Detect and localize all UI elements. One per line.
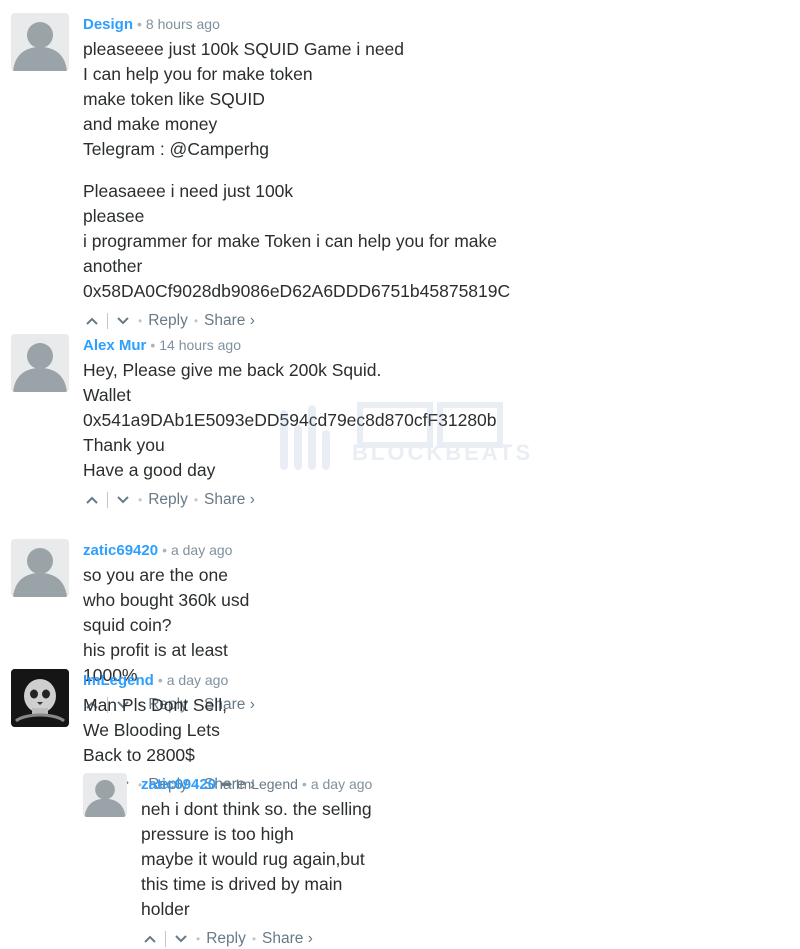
comment-line: i programmer for make Token i can help y… [83, 231, 498, 276]
separator-dot: • [162, 542, 167, 558]
comment-line: Pleasaeee i need just 100k [83, 181, 294, 201]
reply-link[interactable]: Reply [148, 490, 188, 510]
comment-line: 0x58DA0Cf9028db9086eD62A6DDD6751b4587581… [83, 281, 511, 301]
separator-dot: • [193, 314, 199, 328]
comment-line: Man Pls Dont Sell, We Blooding Lets Back… [83, 695, 227, 765]
downvote-icon[interactable] [172, 935, 190, 943]
comment-header: ImLegend • a day ago [83, 669, 255, 691]
separator-dot: • [138, 314, 143, 328]
author-name[interactable]: Alex Mur [83, 337, 146, 354]
separator-dot: • [150, 337, 156, 353]
comment-body: zatic69420 ➦ ImLegend • a day ago neh i dont… [141, 773, 372, 949]
author-name[interactable]: ImLegend [83, 672, 154, 689]
comment-line: neh i dont think so. the selling pressur… [141, 799, 372, 844]
comment-actions: • Reply • Share › [141, 929, 372, 949]
author-name[interactable]: Design [83, 16, 133, 33]
separator-dot: • [193, 493, 199, 507]
comment-line: make token like SQUID [83, 89, 265, 109]
default-avatar-icon [11, 334, 69, 392]
timestamp[interactable]: a day ago [167, 672, 229, 688]
upvote-icon[interactable] [141, 935, 159, 943]
comment-paragraph: Pleasaeee i need just 100k pleasee i pro… [83, 179, 510, 304]
timestamp[interactable]: a day ago [171, 542, 233, 558]
avatar[interactable] [11, 13, 69, 71]
reply-link[interactable]: Reply [206, 929, 246, 949]
avatar[interactable] [11, 669, 69, 727]
comment-line: Wallet [83, 385, 131, 405]
comment-paragraph: neh i dont think so. the selling pressur… [141, 797, 372, 922]
comment-header: zatic69420 • a day ago [83, 539, 255, 561]
vote-divider [107, 492, 108, 508]
comment-line: Hey, Please give me back 200k Squid. [83, 360, 382, 380]
separator-dot: • [301, 776, 307, 792]
comment-text: neh i dont think so. the selling pressur… [141, 797, 372, 922]
reply-to-author[interactable]: ImLegend [236, 776, 298, 792]
skull-avatar-icon [11, 669, 69, 727]
separator-dot: • [137, 16, 142, 32]
timestamp[interactable]: 8 hours ago [146, 16, 220, 32]
comment-paragraph: Man Pls Dont Sell, We Blooding Lets Back… [83, 693, 255, 768]
share-link[interactable]: Share › [204, 311, 255, 331]
comment-header: Design • 8 hours ago [83, 13, 510, 35]
comment-body: Design • 8 hours ago pleaseeee just 100k S… [83, 13, 510, 331]
comment-line: I can help you for make token [83, 64, 313, 84]
comment-paragraph: Hey, Please give me back 200k Squid. Wal… [83, 358, 497, 483]
comment-line: pleaseeee just 100k SQUID Game i need [83, 39, 405, 59]
separator-dot: • [157, 672, 163, 688]
author-name[interactable]: zatic69420 [141, 776, 216, 793]
separator-dot: • [196, 932, 201, 946]
comment-header: zatic69420 ➦ ImLegend • a day ago [141, 773, 372, 795]
downvote-icon[interactable] [114, 317, 132, 325]
timestamp[interactable]: a day ago [311, 776, 373, 792]
comment-line: so you are the one who bought 360k usd s… [83, 565, 250, 635]
comment-body: Alex Mur • 14 hours ago Hey, Please give m… [83, 334, 497, 510]
separator-dot: • [138, 493, 143, 507]
comment-line: and make money [83, 114, 218, 134]
comment-header: Alex Mur • 14 hours ago [83, 334, 497, 356]
comment-line: Thank you [83, 435, 165, 455]
default-avatar-icon [11, 13, 69, 71]
vote-divider [107, 313, 108, 329]
comment-line: Have a good day [83, 460, 216, 480]
timestamp[interactable]: 14 hours ago [159, 337, 241, 353]
default-avatar-icon [11, 539, 69, 597]
comment-text: Man Pls Dont Sell, We Blooding Lets Back… [83, 693, 255, 768]
upvote-icon[interactable] [83, 317, 101, 325]
comment-line: pleasee [83, 206, 145, 226]
downvote-icon[interactable] [114, 496, 132, 504]
comment-actions: • Reply • Share › [83, 311, 510, 331]
reply-arrow-icon: ➦ [220, 776, 233, 793]
comment-text: Hey, Please give me back 200k Squid. Wal… [83, 358, 497, 483]
vote-divider [165, 931, 166, 947]
comment-actions: • Reply • Share › [83, 490, 497, 510]
separator-dot: • [251, 932, 257, 946]
share-link[interactable]: Share › [262, 929, 313, 949]
avatar[interactable] [11, 539, 69, 597]
reply-link[interactable]: Reply [148, 311, 188, 331]
comment-line: 0x541a9DAb1E5093eDD594cd79ec8d870cfF3128… [83, 410, 497, 430]
comment-line: Telegram : @Camperhg [83, 139, 270, 159]
avatar[interactable] [83, 773, 127, 817]
author-name[interactable]: zatic69420 [83, 542, 158, 559]
avatar[interactable] [11, 334, 69, 392]
comment-text: pleaseeee just 100k SQUID Game i need I … [83, 37, 510, 304]
default-avatar-icon [83, 773, 127, 817]
upvote-icon[interactable] [83, 496, 101, 504]
share-link[interactable]: Share › [204, 490, 255, 510]
comment-paragraph: pleaseeee just 100k SQUID Game i need I … [83, 37, 510, 162]
